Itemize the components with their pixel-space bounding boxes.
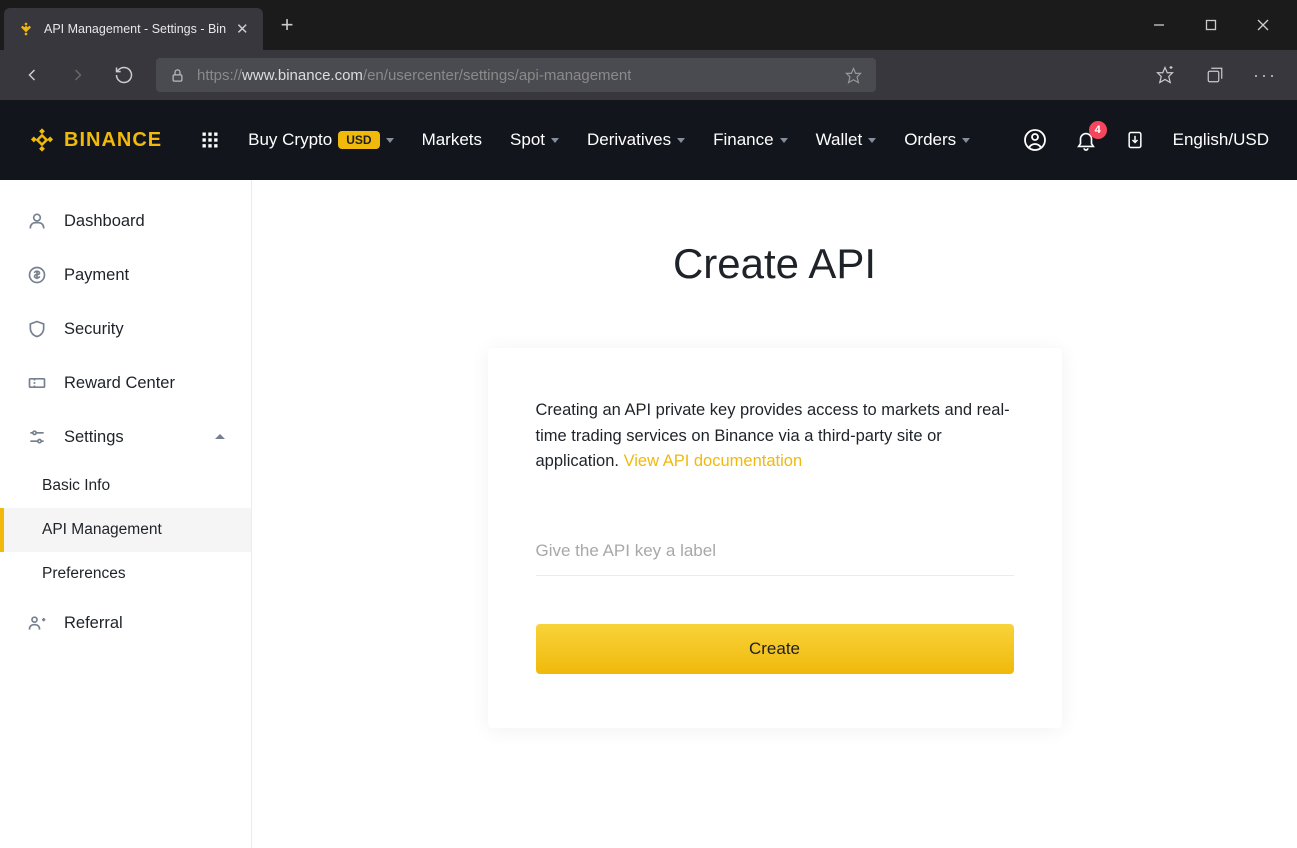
menu-icon[interactable]: ··· xyxy=(1251,61,1279,89)
referral-icon xyxy=(26,613,48,633)
browser-address-bar: https://www.binance.com/en/usercenter/se… xyxy=(0,50,1297,100)
nav-orders[interactable]: Orders xyxy=(904,130,970,150)
chevron-down-icon xyxy=(962,138,970,143)
chevron-up-icon xyxy=(215,432,225,442)
notification-badge: 4 xyxy=(1089,121,1107,139)
tab-favicon xyxy=(18,21,34,37)
browser-titlebar: API Management - Settings - Bin ✕ + xyxy=(0,0,1297,50)
page-body: Dashboard Payment Security Reward Center… xyxy=(0,180,1297,848)
browser-tab[interactable]: API Management - Settings - Bin ✕ xyxy=(4,8,263,50)
sidebar-sub-basic-info[interactable]: Basic Info xyxy=(0,464,251,508)
forward-button[interactable] xyxy=(64,61,92,89)
nav-markets[interactable]: Markets xyxy=(422,130,482,150)
download-icon[interactable] xyxy=(1125,130,1145,150)
create-button[interactable]: Create xyxy=(536,624,1014,674)
sidebar-item-payment[interactable]: Payment xyxy=(0,248,251,302)
api-doc-link[interactable]: View API documentation xyxy=(624,452,803,470)
chevron-down-icon xyxy=(551,138,559,143)
apps-grid-icon[interactable] xyxy=(200,130,220,150)
maximize-button[interactable] xyxy=(1189,9,1233,41)
minimize-button[interactable] xyxy=(1137,9,1181,41)
favorites-icon[interactable] xyxy=(1151,61,1179,89)
chevron-down-icon xyxy=(677,138,685,143)
api-label-input[interactable] xyxy=(536,531,1014,576)
sidebar-item-settings[interactable]: Settings xyxy=(0,410,251,464)
sidebar-item-referral[interactable]: Referral xyxy=(0,596,251,650)
new-tab-button[interactable]: + xyxy=(281,12,294,38)
dollar-icon xyxy=(26,265,48,285)
nav-wallet[interactable]: Wallet xyxy=(816,130,877,150)
tab-title: API Management - Settings - Bin xyxy=(44,22,226,36)
page-title: Create API xyxy=(673,240,876,288)
sidebar-sub-preferences[interactable]: Preferences xyxy=(0,552,251,596)
url-text: https://www.binance.com/en/usercenter/se… xyxy=(197,67,631,84)
sidebar-item-reward[interactable]: Reward Center xyxy=(0,356,251,410)
sidebar: Dashboard Payment Security Reward Center… xyxy=(0,180,252,848)
tab-close-icon[interactable]: ✕ xyxy=(236,20,249,38)
chevron-down-icon xyxy=(386,138,394,143)
usd-badge: USD xyxy=(338,131,379,149)
nav-spot[interactable]: Spot xyxy=(510,130,559,150)
notifications-icon[interactable]: 4 xyxy=(1075,129,1097,151)
window-controls xyxy=(1137,9,1297,41)
refresh-button[interactable] xyxy=(110,61,138,89)
nav-derivatives[interactable]: Derivatives xyxy=(587,130,685,150)
ticket-icon xyxy=(26,373,48,393)
sidebar-sub-api-management[interactable]: API Management xyxy=(0,508,251,552)
card-description: Creating an API private key provides acc… xyxy=(536,398,1014,475)
sliders-icon xyxy=(26,427,48,447)
user-icon xyxy=(26,211,48,231)
lock-icon xyxy=(170,68,185,83)
chevron-down-icon xyxy=(868,138,876,143)
brand-text: BINANCE xyxy=(64,129,162,152)
favorite-star-icon[interactable] xyxy=(845,67,862,84)
account-icon[interactable] xyxy=(1023,128,1047,152)
nav-buy-crypto[interactable]: Buy CryptoUSD xyxy=(248,130,393,150)
back-button[interactable] xyxy=(18,61,46,89)
main-content: Create API Creating an API private key p… xyxy=(252,180,1297,848)
create-api-card: Creating an API private key provides acc… xyxy=(488,348,1062,728)
binance-logo[interactable]: BINANCE xyxy=(28,126,162,154)
collections-icon[interactable] xyxy=(1201,61,1229,89)
chevron-down-icon xyxy=(780,138,788,143)
binance-logo-icon xyxy=(28,126,56,154)
shield-icon xyxy=(26,319,48,339)
nav-finance[interactable]: Finance xyxy=(713,130,787,150)
site-header: BINANCE Buy CryptoUSD Markets Spot Deriv… xyxy=(0,100,1297,180)
nav-locale[interactable]: English/USD xyxy=(1173,130,1269,150)
close-window-button[interactable] xyxy=(1241,9,1285,41)
sidebar-item-dashboard[interactable]: Dashboard xyxy=(0,194,251,248)
url-input[interactable]: https://www.binance.com/en/usercenter/se… xyxy=(156,58,876,92)
sidebar-item-security[interactable]: Security xyxy=(0,302,251,356)
